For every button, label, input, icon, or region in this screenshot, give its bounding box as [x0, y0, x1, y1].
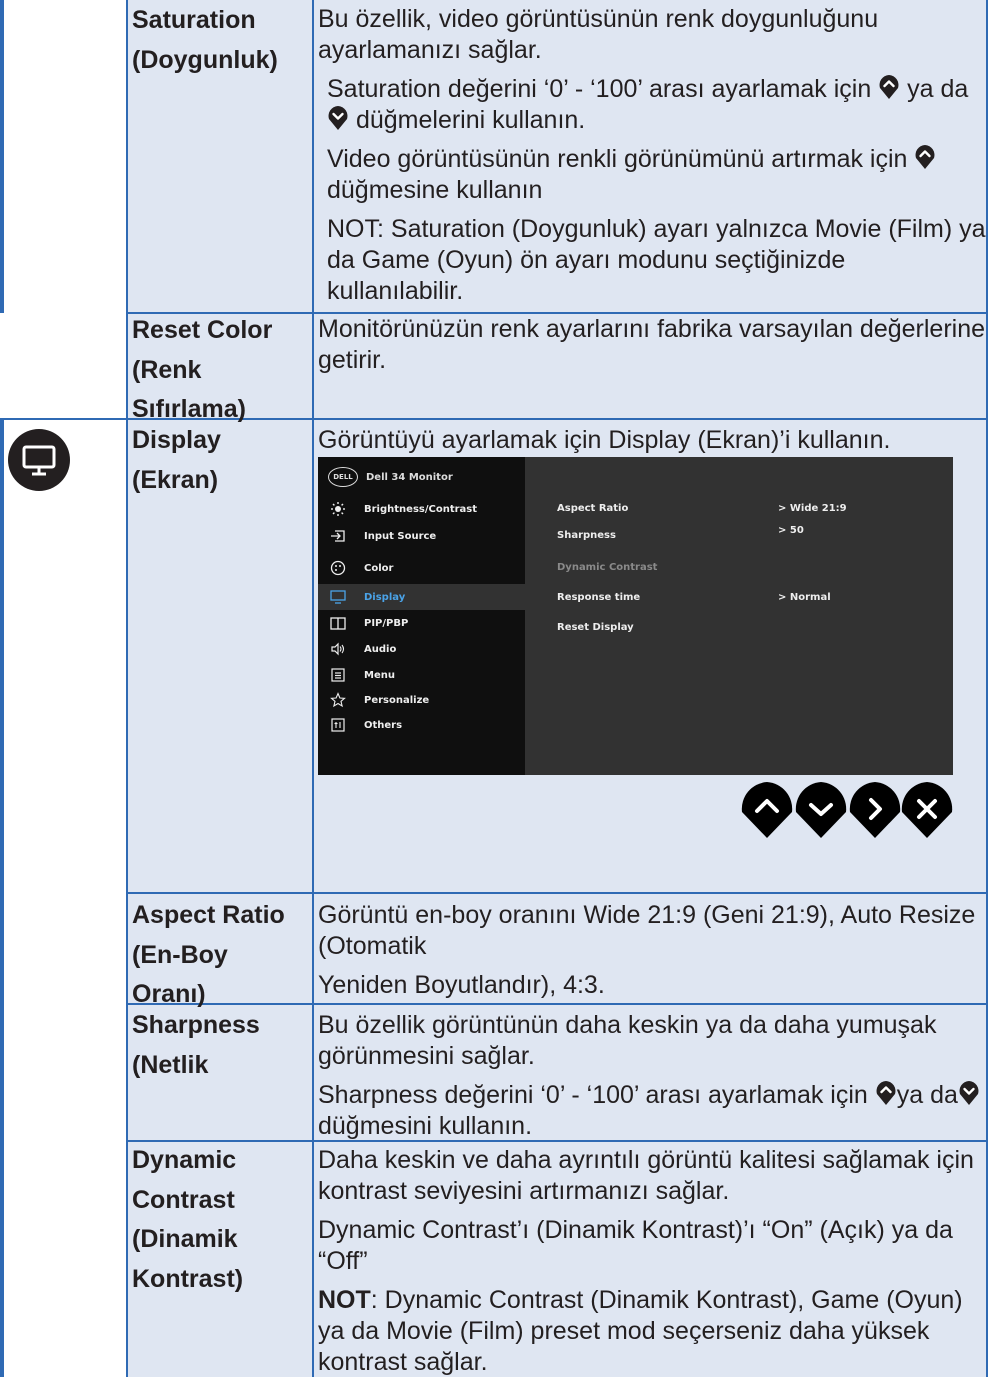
table-border — [126, 0, 128, 1377]
term-label: Contrast — [132, 1185, 235, 1214]
description-paragraph: Daha keskin ve daha ayrıntılı görüntü ka… — [318, 1146, 974, 1205]
osd-menu-item-display[interactable]: Display — [318, 584, 525, 610]
down-button[interactable] — [792, 780, 850, 840]
desc-dynamic-contrast: Daha keskin ve daha ayrıntılı görüntü ka… — [318, 1145, 986, 1386]
description-paragraph: Video görüntüsünün renkli görünümünü art… — [318, 144, 986, 206]
term-label: Reset Color — [132, 316, 273, 344]
dell-logo: DELL — [328, 467, 358, 487]
description-paragraph: Görüntüyü ayarlamak için Display (Ekran)… — [318, 426, 891, 454]
term-label-tr: (Ekran) — [132, 465, 219, 494]
description-paragraph: Sharpness değerini ‘0’ - ‘100’ arası aya… — [318, 1080, 986, 1142]
input-source-icon — [330, 528, 346, 544]
term-dynamic-contrast: Dynamic Contrast (Dinamik Kontrast) — [132, 1141, 310, 1299]
term-label-tr: (Doygunluk) — [132, 45, 278, 74]
osd-option-aspect-ratio[interactable]: Aspect Ratio — [557, 503, 628, 514]
osd-value-aspect-ratio: > Wide 21:9 — [778, 503, 847, 514]
note-paragraph: NOT: Dynamic Contrast (Dinamik Kontrast)… — [318, 1286, 963, 1376]
note-paragraph: NOT: Saturation (Doygunluk) ayarı yalnız… — [327, 215, 986, 305]
term-label-tr: Kontrast) — [132, 1264, 244, 1293]
table-border — [986, 0, 988, 1377]
right-button[interactable] — [846, 780, 904, 840]
osd-menu-label: Personalize — [364, 694, 430, 706]
description-paragraph: Bu özellik, video görüntüsünün renk doyg… — [318, 5, 879, 64]
term-label: Display — [132, 426, 221, 454]
table-border — [0, 420, 4, 1377]
down-button-icon — [958, 1080, 980, 1106]
osd-menu-item-others[interactable]: Others — [318, 712, 525, 738]
desc-sharpness: Bu özellik görüntünün daha keskin ya da … — [318, 1010, 986, 1150]
osd-option-response-time[interactable]: Response time — [557, 592, 640, 603]
description-paragraph: Görüntü en-boy oranını Wide 21:9 (Geni 2… — [318, 901, 976, 960]
brightness-icon — [330, 501, 346, 517]
osd-menu-item-brightness-contrast[interactable]: Brightness/Contrast — [318, 496, 525, 522]
term-label: Sharpness — [132, 1011, 260, 1039]
speaker-icon — [330, 641, 346, 657]
term-label: Saturation — [132, 6, 256, 34]
osd-menu-label: Menu — [364, 669, 395, 681]
up-button[interactable] — [738, 780, 796, 840]
osd-header: DELL Dell 34 Monitor — [328, 467, 453, 487]
desc-reset-color: Monitörünüzün renk ayarlarını fabrika va… — [318, 314, 986, 384]
manual-page: Saturation (Doygunluk) Bu özellik, video… — [0, 0, 996, 1377]
desc-saturation: Bu özellik, video görüntüsünün renk doyg… — [318, 4, 986, 315]
table-border — [0, 0, 4, 313]
description-paragraph: Yeniden Boyutlandır), 4:3. — [318, 971, 605, 999]
pip-icon — [330, 615, 346, 631]
term-reset-color: Reset Color (Renk Sıfırlama) — [132, 311, 310, 430]
term-saturation: Saturation (Doygunluk) — [132, 1, 310, 80]
color-palette-icon — [330, 560, 346, 576]
osd-option-sharpness[interactable]: Sharpness — [557, 530, 616, 541]
description-paragraph: Monitörünüzün renk ayarlarını fabrika va… — [318, 315, 986, 374]
term-display: Display (Ekran) — [132, 421, 310, 500]
osd-menu-label: Color — [364, 562, 394, 574]
desc-aspect-ratio: Görüntü en-boy oranını Wide 21:9 (Geni 2… — [318, 900, 986, 1009]
osd-menu-item-pip-pbp[interactable]: PIP/PBP — [318, 610, 525, 636]
description-paragraph: Bu özellik görüntünün daha keskin ya da … — [318, 1011, 937, 1070]
osd-menu-item-color[interactable]: Color — [318, 555, 525, 581]
osd-option-dynamic-contrast: Dynamic Contrast — [557, 562, 658, 573]
term-label-tr: (Dinamik — [132, 1225, 238, 1253]
monitor-icon — [330, 589, 346, 605]
osd-display-menu: DELL Dell 34 Monitor Brightness/Contrast… — [318, 457, 953, 775]
osd-menu-label: Audio — [364, 643, 397, 655]
osd-menu-label: Input Source — [364, 530, 437, 542]
description-paragraph: Dynamic Contrast’ı (Dinamik Kontrast)’ı … — [318, 1216, 953, 1275]
osd-menu-label: Others — [364, 719, 403, 731]
osd-menu-item-input-source[interactable]: Input Source — [318, 523, 525, 549]
term-aspect-ratio: Aspect Ratio (En-Boy Oranı) — [132, 896, 310, 1015]
up-button-icon — [878, 74, 900, 100]
up-button-icon — [875, 1080, 897, 1106]
term-label-tr: (Renk — [132, 355, 202, 384]
menu-list-icon — [330, 667, 346, 683]
term-label: Aspect Ratio — [132, 901, 285, 929]
up-button-icon — [914, 144, 936, 170]
description-paragraph: Saturation değerini ‘0’ - ‘100’ arası ay… — [327, 74, 969, 134]
osd-menu-item-personalize[interactable]: Personalize — [318, 687, 525, 713]
osd-menu-label: PIP/PBP — [364, 617, 409, 629]
term-label: Dynamic — [132, 1146, 237, 1174]
table-border — [312, 0, 314, 1377]
osd-menu-item-audio[interactable]: Audio — [318, 636, 525, 662]
osd-option-reset-display[interactable]: Reset Display — [557, 622, 634, 633]
osd-title: Dell 34 Monitor — [366, 471, 453, 483]
close-button[interactable] — [898, 780, 956, 840]
osd-menu-item-menu[interactable]: Menu — [318, 662, 525, 688]
down-button-icon — [327, 105, 349, 131]
row-divider — [128, 892, 988, 894]
term-label-tr: (Netlik — [132, 1050, 209, 1079]
osd-value-sharpness: > 50 — [778, 525, 804, 536]
others-icon — [330, 717, 346, 733]
osd-menu-label: Display — [364, 591, 406, 603]
term-label-tr: (En-Boy — [132, 940, 228, 969]
osd-menu-label: Brightness/Contrast — [364, 503, 478, 515]
osd-value-response-time: > Normal — [778, 592, 831, 603]
star-icon — [330, 692, 346, 708]
monitor-icon — [8, 429, 70, 491]
term-sharpness: Sharpness (Netlik — [132, 1006, 310, 1085]
osd-menu-panel: DELL Dell 34 Monitor Brightness/Contrast… — [318, 457, 525, 775]
